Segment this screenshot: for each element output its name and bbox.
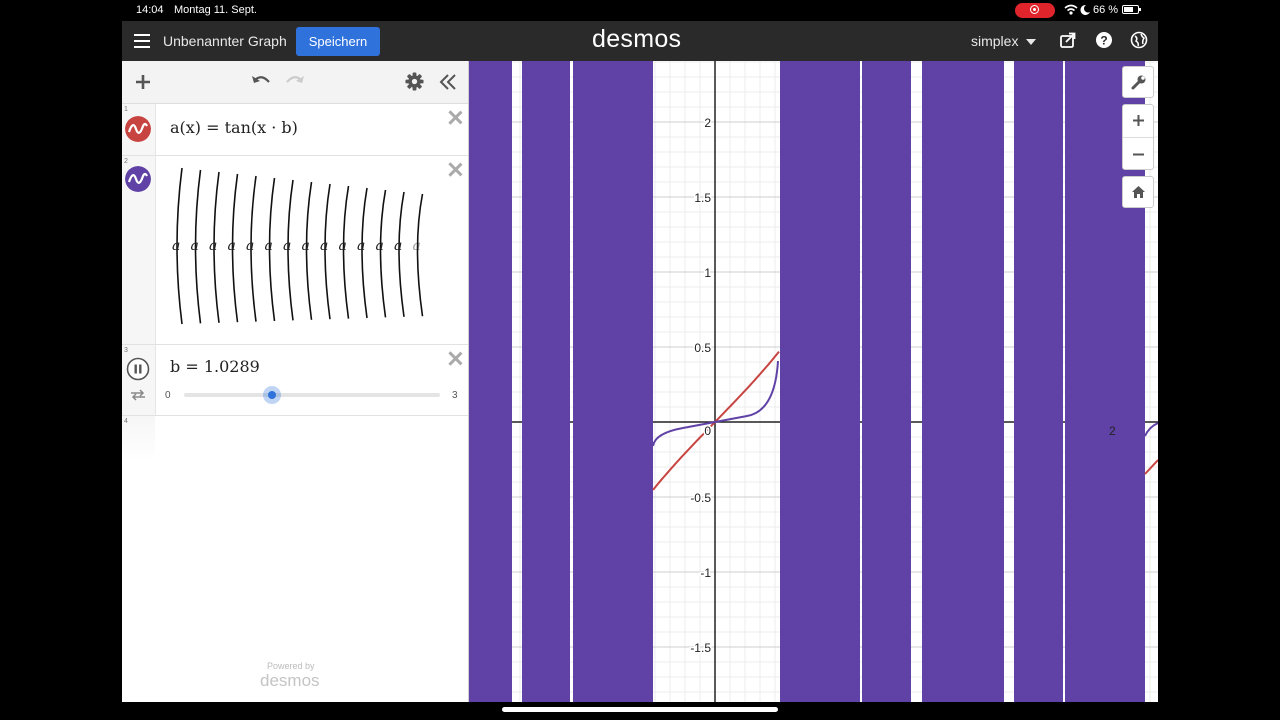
save-button[interactable]: Speichern — [296, 27, 380, 56]
slider-track[interactable] — [184, 386, 440, 404]
add-icon[interactable] — [134, 73, 152, 91]
powered-by-label: Powered by — [267, 661, 315, 671]
list-entry: a — [191, 238, 199, 254]
help-icon[interactable]: ? — [1095, 31, 1113, 49]
list-entry: a — [246, 238, 254, 254]
expression-index: 2 — [124, 158, 128, 165]
share-icon[interactable] — [1059, 31, 1077, 49]
delete-expression-icon[interactable] — [448, 110, 462, 124]
list-entry: a — [283, 238, 291, 254]
list-entry: a — [320, 238, 328, 254]
slider-thumb[interactable] — [262, 386, 281, 404]
list-entry: a — [339, 238, 347, 254]
graph-color-icon[interactable] — [125, 166, 151, 192]
slider-min: 0 — [165, 390, 171, 401]
slider-max: 3 — [452, 390, 458, 401]
settings-gear-icon[interactable] — [405, 72, 424, 91]
graph-title[interactable]: Unbenannter Graph — [163, 33, 287, 49]
y-tick-label: -1 — [700, 566, 711, 580]
delete-expression-icon[interactable] — [448, 162, 462, 176]
wrench-icon — [1131, 75, 1146, 90]
x-tick-label: 2 — [1109, 424, 1116, 438]
default-viewport-button[interactable] — [1122, 176, 1154, 208]
list-bracket — [398, 191, 405, 317]
list-entry: a — [394, 238, 402, 254]
expression-toolbar — [122, 61, 468, 104]
home-indicator[interactable] — [502, 707, 778, 712]
y-tick-label: 2 — [704, 116, 711, 130]
expression-row-4[interactable]: 4 — [122, 416, 155, 461]
purple-fill-band — [469, 61, 512, 702]
purple-fill-band — [522, 61, 570, 702]
undo-icon[interactable] — [250, 72, 272, 90]
purple-fill-band — [862, 61, 911, 702]
expression-index: 1 — [124, 106, 128, 113]
purple-fill-band — [780, 61, 860, 702]
series-curve — [1144, 422, 1158, 437]
y-tick-label: -0.5 — [690, 491, 711, 505]
y-tick-label: 1.5 — [694, 191, 711, 205]
list-bracket — [416, 193, 424, 317]
slider-expression[interactable]: b = 1.0289 — [170, 357, 260, 376]
status-time: 14:04 — [136, 4, 164, 16]
expression-row-2[interactable]: 2 aaaaaaaaaaaaaa — [122, 156, 468, 345]
purple-fill-band — [573, 61, 653, 702]
app-header: Unbenannter Graph Speichern desmos simpl… — [122, 21, 1158, 61]
battery-percentage: 66 % — [1093, 4, 1119, 16]
list-entry: a — [302, 238, 310, 254]
expression-row-1[interactable]: 1 a(x) = tan(x · b) — [122, 104, 468, 156]
user-menu[interactable]: simplex — [971, 33, 1018, 49]
purple-fill-band — [1014, 61, 1063, 702]
zoom-controls — [1122, 104, 1154, 170]
expression-latex[interactable]: a(x) = tan(x · b) — [170, 118, 298, 137]
menu-icon[interactable] — [134, 34, 150, 48]
delete-expression-icon[interactable] — [448, 351, 462, 365]
list-entry: a — [209, 238, 217, 254]
moon-icon — [1080, 4, 1090, 15]
chevron-down-icon[interactable] — [1026, 39, 1036, 45]
purple-fill-band — [922, 61, 1004, 702]
expression-row-3[interactable]: 3 b = 1.0289 0 3 — [122, 345, 468, 416]
y-tick-label: 1 — [704, 266, 711, 280]
zoom-in-icon[interactable] — [1132, 114, 1145, 127]
collapse-panel-icon[interactable] — [439, 73, 457, 91]
graph-canvas[interactable]: 2 1.5 1 0.5 0 -0.5 -1 -1.5 2 — [469, 61, 1158, 702]
expression-index: 4 — [124, 418, 128, 425]
expression-index: 3 — [124, 347, 128, 354]
graph-color-icon[interactable] — [125, 116, 151, 142]
expression-panel: 1 a(x) = tan(x · b) 2 aaaaaaaaaaaaaa 3 b… — [122, 61, 469, 702]
nested-list-expression[interactable]: aaaaaaaaaaaaaa — [166, 166, 442, 330]
status-icons — [1064, 3, 1092, 20]
battery-icon — [1122, 5, 1141, 14]
svg-text:?: ? — [1100, 34, 1107, 48]
powered-by-logo: desmos — [260, 671, 320, 690]
globe-icon[interactable] — [1130, 31, 1148, 49]
screen-recording-indicator[interactable] — [1015, 3, 1055, 18]
list-entry: a — [172, 238, 180, 254]
home-icon — [1132, 186, 1145, 198]
y-tick-label: 0.5 — [694, 341, 711, 355]
pause-icon[interactable] — [126, 357, 150, 381]
loop-icon[interactable] — [129, 388, 147, 402]
y-tick-label: 0 — [704, 424, 711, 438]
list-entry: a — [228, 238, 236, 254]
y-tick-label: -1.5 — [690, 641, 711, 655]
status-date: Montag 11. Sept. — [174, 4, 257, 16]
wifi-icon — [1064, 4, 1078, 15]
list-entry: a — [376, 238, 384, 254]
list-entry: a — [413, 238, 421, 254]
desmos-logo: desmos — [592, 25, 682, 53]
list-entry: a — [265, 238, 273, 254]
redo-icon[interactable] — [284, 72, 306, 90]
list-entry: a — [357, 238, 365, 254]
graph-settings-button[interactable] — [1122, 66, 1154, 98]
zoom-out-icon[interactable] — [1132, 148, 1145, 161]
